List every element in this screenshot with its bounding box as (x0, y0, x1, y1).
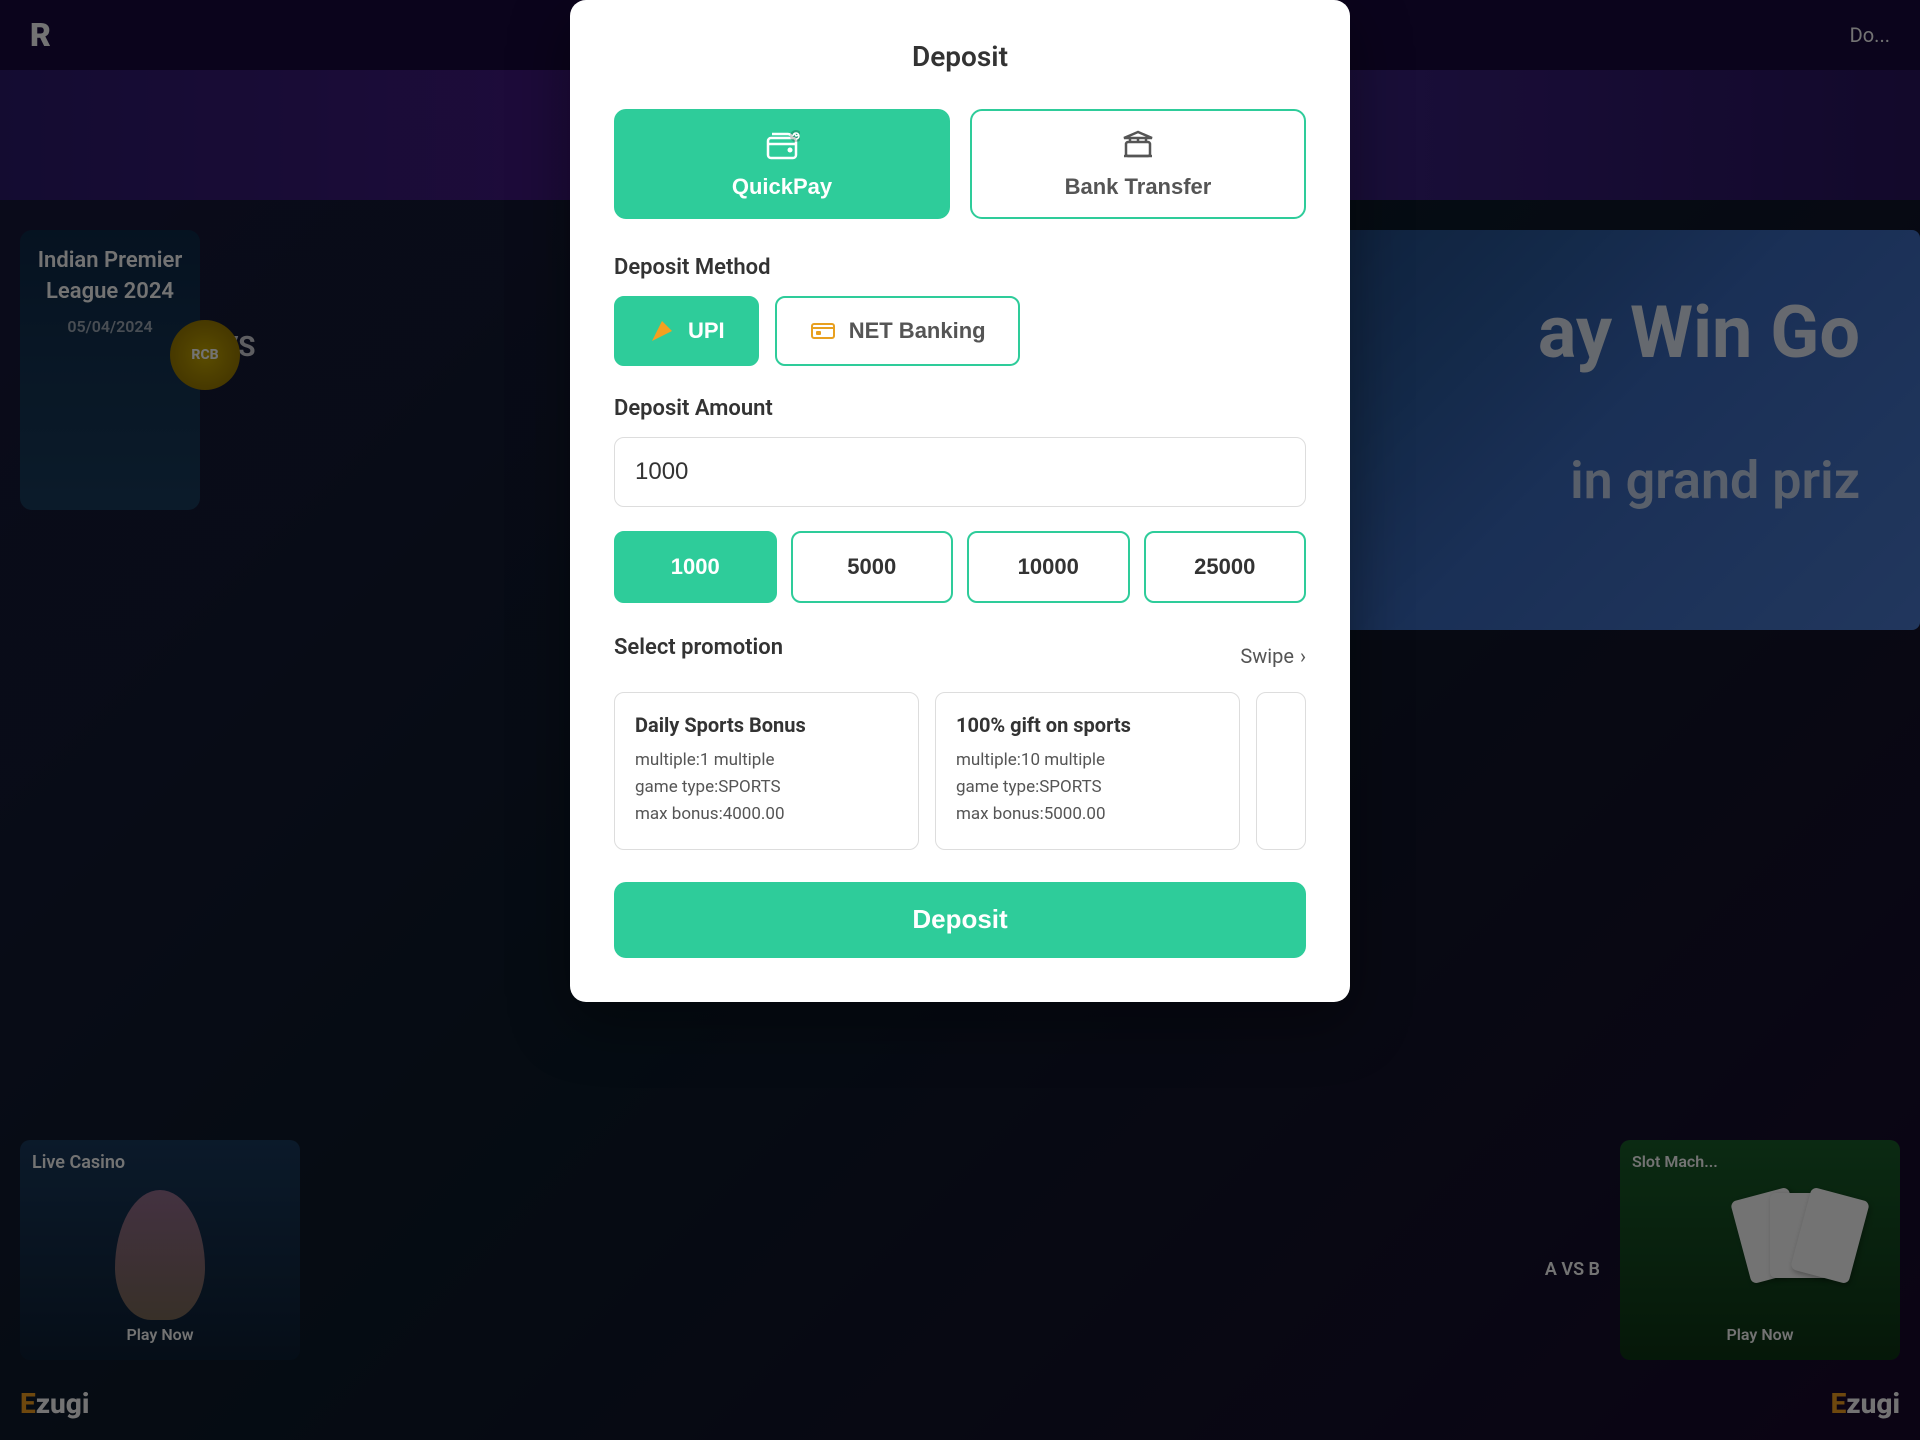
promo-card-partial (1256, 692, 1306, 850)
upi-icon (648, 317, 676, 345)
promo-multiple-1: multiple:10 multiple (956, 747, 1219, 774)
net-banking-icon (809, 317, 837, 345)
bank-icon (1120, 128, 1156, 164)
promo-card-1[interactable]: 100% gift on sports multiple:10 multiple… (935, 692, 1240, 850)
amount-btn-5000[interactable]: 5000 (791, 531, 954, 603)
promo-title-0: Daily Sports Bonus (635, 713, 898, 737)
upi-label: UPI (688, 318, 725, 344)
quickpay-button[interactable]: QuickPay (614, 109, 950, 219)
promo-card-0[interactable]: Daily Sports Bonus multiple:1 multiple g… (614, 692, 919, 850)
quickpay-label: QuickPay (732, 174, 832, 200)
deposit-submit-button[interactable]: Deposit (614, 882, 1306, 958)
swipe-label: Swipe (1240, 644, 1294, 668)
chevron-right-icon: › (1300, 644, 1306, 668)
deposit-method-row: UPI NET Banking (614, 296, 1306, 366)
net-banking-button[interactable]: NET Banking (775, 296, 1020, 366)
upi-button[interactable]: UPI (614, 296, 759, 366)
amount-input-container (614, 437, 1306, 507)
deposit-amount-label: Deposit Amount (614, 396, 1306, 421)
promo-multiple-0: multiple:1 multiple (635, 747, 898, 774)
promo-maxbonus-1: max bonus:5000.00 (956, 801, 1219, 828)
quick-amounts-row: 1000 5000 10000 25000 (614, 531, 1306, 603)
promo-gametype-1: game type:SPORTS (956, 774, 1219, 801)
select-promotion-label: Select promotion (614, 635, 783, 660)
bank-transfer-button[interactable]: Bank Transfer (970, 109, 1306, 219)
amount-btn-10000[interactable]: 10000 (967, 531, 1130, 603)
promotion-header: Select promotion Swipe › (614, 635, 1306, 676)
deposit-amount-input[interactable] (614, 437, 1306, 507)
net-banking-label: NET Banking (849, 318, 986, 344)
swipe-button[interactable]: Swipe › (1240, 644, 1306, 668)
bank-transfer-label: Bank Transfer (1065, 174, 1212, 200)
modal-overlay: Deposit QuickPay (0, 0, 1920, 1440)
deposit-method-label: Deposit Method (614, 255, 1306, 280)
wallet-icon (764, 128, 800, 164)
promotion-cards-row: Daily Sports Bonus multiple:1 multiple g… (614, 692, 1306, 850)
promo-maxbonus-0: max bonus:4000.00 (635, 801, 898, 828)
promo-title-1: 100% gift on sports (956, 713, 1219, 737)
modal-title: Deposit (614, 40, 1306, 73)
deposit-modal: Deposit QuickPay (570, 0, 1350, 1002)
promo-gametype-0: game type:SPORTS (635, 774, 898, 801)
amount-btn-25000[interactable]: 25000 (1144, 531, 1307, 603)
amount-btn-1000[interactable]: 1000 (614, 531, 777, 603)
payment-methods-row: QuickPay Bank Transfer (614, 109, 1306, 219)
